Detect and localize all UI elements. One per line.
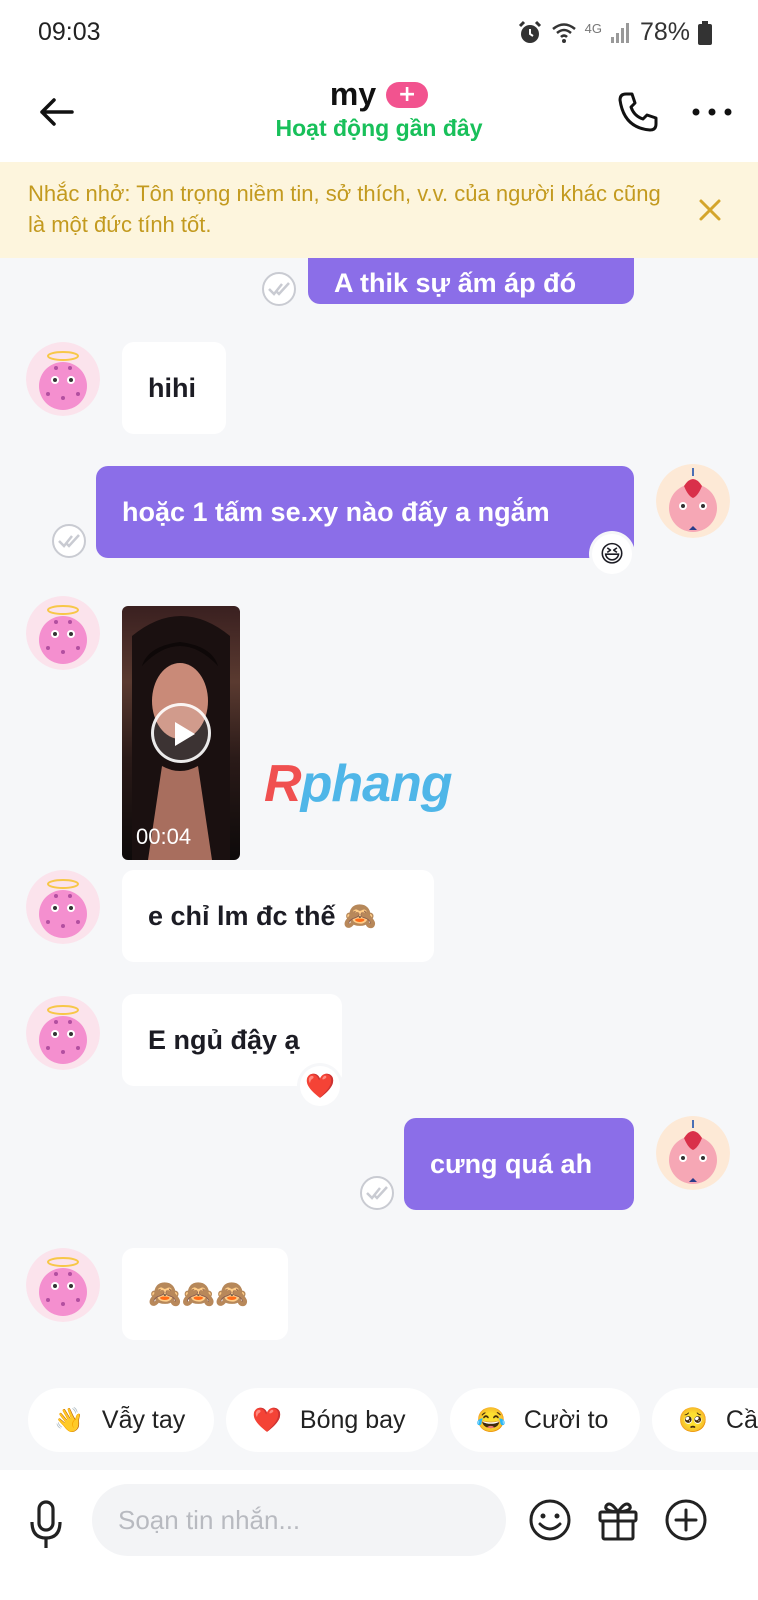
message-bubble-outgoing[interactable]: hoặc 1 tấm se.xy nào đấy a ngắm	[96, 466, 634, 558]
message-bubble-incoming[interactable]: e chỉ lm đc thế 🙈	[122, 870, 434, 962]
message-text: e chỉ lm đc thế 🙈	[148, 901, 377, 931]
wave-icon: 👋	[54, 1406, 84, 1434]
quick-reply-label: Vẫy tay	[101, 1405, 186, 1434]
message-input[interactable]	[92, 1484, 506, 1556]
message-bubble-incoming[interactable]: 🙈🙈🙈	[122, 1248, 288, 1340]
microphone-icon	[30, 1500, 62, 1548]
chat-header: my + Hoạt động gần đây	[0, 70, 758, 162]
battery-percent: 78%	[639, 18, 690, 46]
pleading-face-icon: 🥺	[678, 1406, 708, 1434]
heart-icon: ❤️	[252, 1406, 282, 1434]
chat-title: my	[329, 76, 377, 112]
avatar-contact[interactable]	[26, 342, 100, 416]
status-bar: 09:03 4G 78%	[0, 0, 758, 70]
message-bubble-incoming[interactable]: hihi	[122, 342, 226, 434]
read-receipt-icon	[52, 524, 86, 558]
play-button[interactable]	[151, 703, 211, 763]
battery-icon	[698, 20, 712, 45]
watermark: Rphang	[264, 755, 453, 813]
alarm-icon	[518, 20, 541, 43]
add-attachment-button[interactable]	[664, 1498, 708, 1542]
quick-reply-label: Cầ	[725, 1405, 758, 1434]
emoji-button[interactable]	[528, 1498, 572, 1542]
video-duration: 00:04	[136, 824, 192, 849]
message-composer	[0, 1470, 758, 1600]
quick-reply-balloon[interactable]: ❤️ Bóng bay	[226, 1388, 438, 1452]
signal-icon	[610, 22, 629, 43]
message-text: cưng quá ah	[430, 1148, 593, 1179]
message-text: E ngủ đậy ạ	[148, 1024, 300, 1055]
read-receipt-icon	[262, 272, 296, 306]
network-label: 4G	[584, 21, 602, 36]
message-reaction[interactable]: 😆	[592, 534, 632, 574]
quick-reply-wave[interactable]: 👋 Vẫy tay	[28, 1388, 214, 1452]
message-text: A thik sự ấm áp đó	[334, 267, 577, 298]
quick-reply-bar: 👋 Vẫy tay ❤️ Bóng bay 😂 Cười to 🥺 Cầ	[0, 1380, 758, 1470]
gift-button[interactable]	[596, 1498, 640, 1542]
more-button[interactable]	[690, 92, 734, 132]
avatar-contact[interactable]	[26, 996, 100, 1070]
quick-reply-label: Cười to	[523, 1405, 609, 1434]
phone-icon	[618, 92, 658, 132]
quick-reply-plead[interactable]: 🥺 Cầ	[652, 1388, 758, 1452]
read-receipt-icon	[360, 1176, 394, 1210]
message-text: 🙈🙈🙈	[148, 1279, 249, 1309]
message-bubble-outgoing[interactable]: A thik sự ấm áp đó	[308, 258, 634, 304]
avatar-self[interactable]	[656, 1116, 730, 1190]
avatar-contact[interactable]	[26, 596, 100, 670]
status-time: 09:03	[38, 18, 101, 46]
video-message[interactable]: 00:04	[122, 606, 240, 860]
reminder-text: Nhắc nhở: Tôn trọng niềm tin, sở thích, …	[28, 181, 661, 237]
message-list[interactable]: A thik sự ấm áp đó hihi hoặc 1 tấm se.xy…	[0, 258, 758, 1380]
avatar-contact[interactable]	[26, 870, 100, 944]
gift-icon	[598, 1502, 638, 1541]
play-icon	[175, 722, 195, 746]
avatar-self[interactable]	[656, 464, 730, 538]
laugh-icon: 😂	[476, 1406, 506, 1434]
message-text: hihi	[148, 372, 196, 403]
message-bubble-outgoing[interactable]: cưng quá ah	[404, 1118, 634, 1210]
call-button[interactable]	[616, 90, 660, 134]
reminder-banner: Nhắc nhở: Tôn trọng niềm tin, sở thích, …	[0, 162, 758, 258]
smiley-icon	[529, 1499, 571, 1541]
quick-reply-label: Bóng bay	[299, 1405, 406, 1434]
reminder-close-button[interactable]	[696, 196, 724, 224]
more-icon	[692, 108, 732, 116]
status-icons: 4G 78%	[517, 18, 712, 47]
quick-reply-laugh[interactable]: 😂 Cười to	[450, 1388, 640, 1452]
plus-badge: +	[386, 81, 429, 108]
voice-button[interactable]	[28, 1500, 64, 1552]
message-reaction[interactable]: ❤️	[300, 1066, 340, 1106]
close-icon	[699, 199, 721, 221]
plus-icon	[665, 1499, 707, 1541]
avatar-contact[interactable]	[26, 1248, 100, 1322]
message-text: hoặc 1 tấm se.xy nào đấy a ngắm	[122, 496, 550, 527]
wifi-icon	[551, 22, 576, 43]
